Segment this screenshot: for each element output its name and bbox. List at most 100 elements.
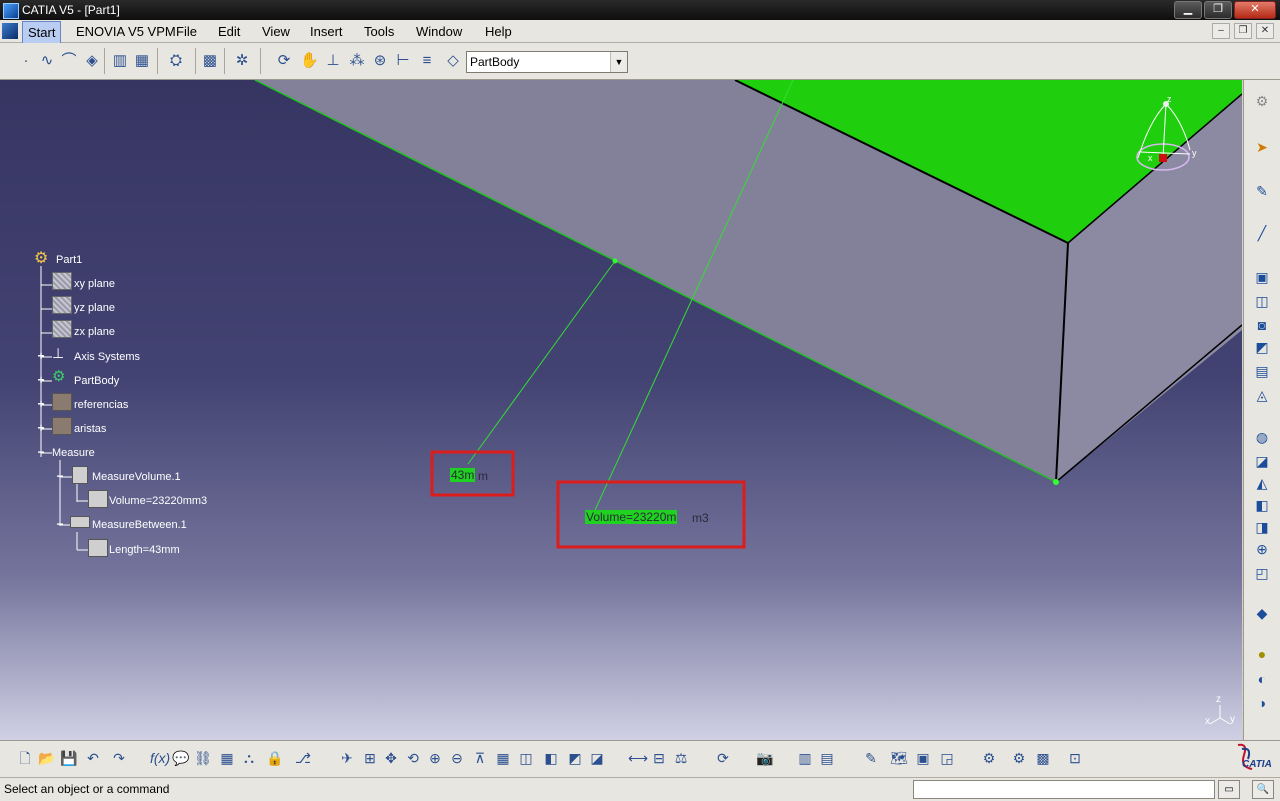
expand-toggle[interactable]: + [36, 374, 46, 386]
analysis-icon[interactable]: ▥ [796, 749, 814, 767]
tree-node-part1[interactable]: Part1 [56, 254, 82, 266]
settings-icon[interactable]: ⚙ [1252, 92, 1272, 110]
tree-node-axis-systems[interactable]: Axis Systems [74, 351, 140, 363]
shading-icon[interactable]: ◧ [542, 749, 560, 767]
select-arrow-icon[interactable]: ➤ [1252, 138, 1272, 156]
mdi-close-button[interactable]: ✕ [1256, 23, 1274, 39]
parameter-icon[interactable] [88, 539, 108, 557]
hide-show-icon[interactable]: ◩ [566, 749, 584, 767]
plane-icon[interactable]: ◇ [444, 52, 462, 70]
menu-enovia[interactable]: ENOVIA V5 VPM [76, 24, 176, 39]
collapse-toggle[interactable]: − [55, 518, 65, 530]
tree-node-partbody[interactable]: PartBody [74, 375, 119, 387]
zoom-out-icon[interactable]: ⊖ [448, 749, 466, 767]
menu-file[interactable]: File [176, 24, 197, 39]
measure-item-icon[interactable]: ⊢ [394, 52, 412, 70]
update-icon[interactable]: ⟳ [714, 749, 732, 767]
rib-icon[interactable]: ◩ [1252, 338, 1272, 356]
tree-node-volume-value[interactable]: Volume=23220mm3 [109, 495, 207, 507]
list-icon[interactable]: ≡ [418, 52, 436, 70]
current-body-select[interactable]: PartBody ▼ [466, 51, 628, 73]
thickness-icon[interactable]: ◨ [1252, 518, 1272, 536]
parameter-icon[interactable] [88, 490, 108, 508]
measure-between-icon[interactable] [70, 516, 90, 528]
zoom-in-icon[interactable]: ⊕ [426, 749, 444, 767]
command-history-button[interactable]: ▭ [1218, 780, 1240, 799]
measure-item-icon[interactable]: ⊟ [650, 749, 668, 767]
shaft-icon[interactable]: ◫ [1252, 292, 1272, 310]
fillet-icon[interactable]: ◍ [1252, 428, 1272, 446]
point-icon[interactable]: · [17, 52, 35, 70]
tree-node-measurebetween[interactable]: MeasureBetween.1 [92, 519, 187, 531]
copy-geometry-icon[interactable]: ▥ [111, 52, 129, 70]
tree-node-yz-plane[interactable]: yz plane [74, 302, 115, 314]
menu-edit[interactable]: Edit [218, 24, 240, 39]
menu-tools[interactable]: Tools [364, 24, 394, 39]
paste-geometry-icon[interactable]: ▦ [133, 52, 151, 70]
chamfer-icon[interactable]: ◪ [1252, 452, 1272, 470]
map-icon[interactable]: 🗺 [890, 749, 908, 767]
rotate-view-icon[interactable]: ⟲ [404, 749, 422, 767]
curve-icon[interactable]: ⌒ [60, 52, 78, 70]
measure-volume-icon[interactable] [72, 466, 88, 484]
spline-icon[interactable]: ∿ [38, 52, 56, 70]
fly-mode-icon[interactable]: ✈ [338, 749, 356, 767]
shell-icon[interactable]: ◧ [1252, 496, 1272, 514]
undo-icon[interactable]: ↶ [84, 749, 102, 767]
plane-icon[interactable] [52, 320, 72, 338]
length-measure-label[interactable]: 43m [450, 468, 476, 482]
swap-space-icon[interactable]: ◪ [588, 749, 606, 767]
grid-toggle-icon[interactable]: ▩ [1034, 749, 1052, 767]
render-icon[interactable]: ◑ [1252, 694, 1272, 712]
tree-node-aristas[interactable]: aristas [74, 423, 106, 435]
material-library-icon[interactable]: ✎ [862, 749, 880, 767]
compass-icon[interactable]: ⊛ [371, 52, 389, 70]
normal-view-icon[interactable]: ⊼ [471, 749, 489, 767]
collapse-toggle[interactable]: − [55, 470, 65, 482]
menu-start[interactable]: Start [22, 21, 62, 44]
material-icon[interactable]: ● [1252, 645, 1272, 663]
grid-icon[interactable]: ▩ [201, 52, 219, 70]
mdi-restore-button[interactable]: ❐ [1234, 23, 1252, 39]
fit-all-icon[interactable]: ⊞ [361, 749, 379, 767]
menu-insert[interactable]: Insert [310, 24, 343, 39]
redo-icon[interactable]: ↷ [110, 749, 128, 767]
maximize-button[interactable]: ❐ [1204, 1, 1232, 19]
line-icon[interactable]: ╱ [1252, 224, 1272, 242]
multi-view-icon[interactable]: ▦ [494, 749, 512, 767]
expand-toggle[interactable]: + [36, 398, 46, 410]
eraser-icon[interactable]: ◈ [83, 52, 101, 70]
close-button[interactable]: ✕ [1234, 1, 1276, 19]
document-menu-icon[interactable] [2, 23, 18, 39]
plane-icon[interactable] [52, 296, 72, 314]
iso-view-icon[interactable]: ◫ [517, 749, 535, 767]
tree-node-referencias[interactable]: referencias [74, 399, 128, 411]
lock-icon[interactable]: 🔒 [266, 749, 284, 767]
measure-between-icon[interactable]: ⟷ [628, 749, 648, 767]
menu-view[interactable]: View [262, 24, 290, 39]
tree-node-zx-plane[interactable]: zx plane [74, 326, 115, 338]
draft-analysis-icon[interactable]: ▤ [818, 749, 836, 767]
geometrical-set-icon[interactable] [52, 417, 72, 435]
hole-icon[interactable]: ◙ [1252, 316, 1272, 334]
chevron-down-icon[interactable]: ▼ [610, 52, 627, 72]
knowledge-icon[interactable]: ⚙ [980, 749, 998, 767]
multi-section-icon[interactable]: ▤ [1252, 362, 1272, 380]
split-icon[interactable]: ⊕ [1252, 540, 1272, 558]
axis-systems-icon[interactable]: ⊥ [52, 345, 70, 361]
table-icon[interactable]: ▦ [218, 749, 236, 767]
mdi-minimize-button[interactable]: – [1212, 23, 1230, 39]
image-icon[interactable]: ▣ [914, 749, 932, 767]
part-gear-icon[interactable]: ⚙ [34, 251, 52, 267]
zoom-area-icon[interactable]: ⊡ [1066, 749, 1084, 767]
command-input[interactable] [913, 780, 1215, 799]
tree-node-measurevolume[interactable]: MeasureVolume.1 [92, 471, 181, 483]
expand-toggle[interactable]: + [36, 422, 46, 434]
tree-node-measure[interactable]: Measure [52, 447, 95, 459]
scene-icon[interactable]: ◲ [938, 749, 956, 767]
snap-point-icon[interactable]: ⁂ [348, 52, 366, 70]
tree-node-xy-plane[interactable]: xy plane [74, 278, 115, 290]
draft-icon[interactable]: ◭ [1252, 474, 1272, 492]
new-file-icon[interactable]: 🗋 [16, 749, 34, 767]
open-folder-icon[interactable]: 📂 [38, 749, 56, 767]
